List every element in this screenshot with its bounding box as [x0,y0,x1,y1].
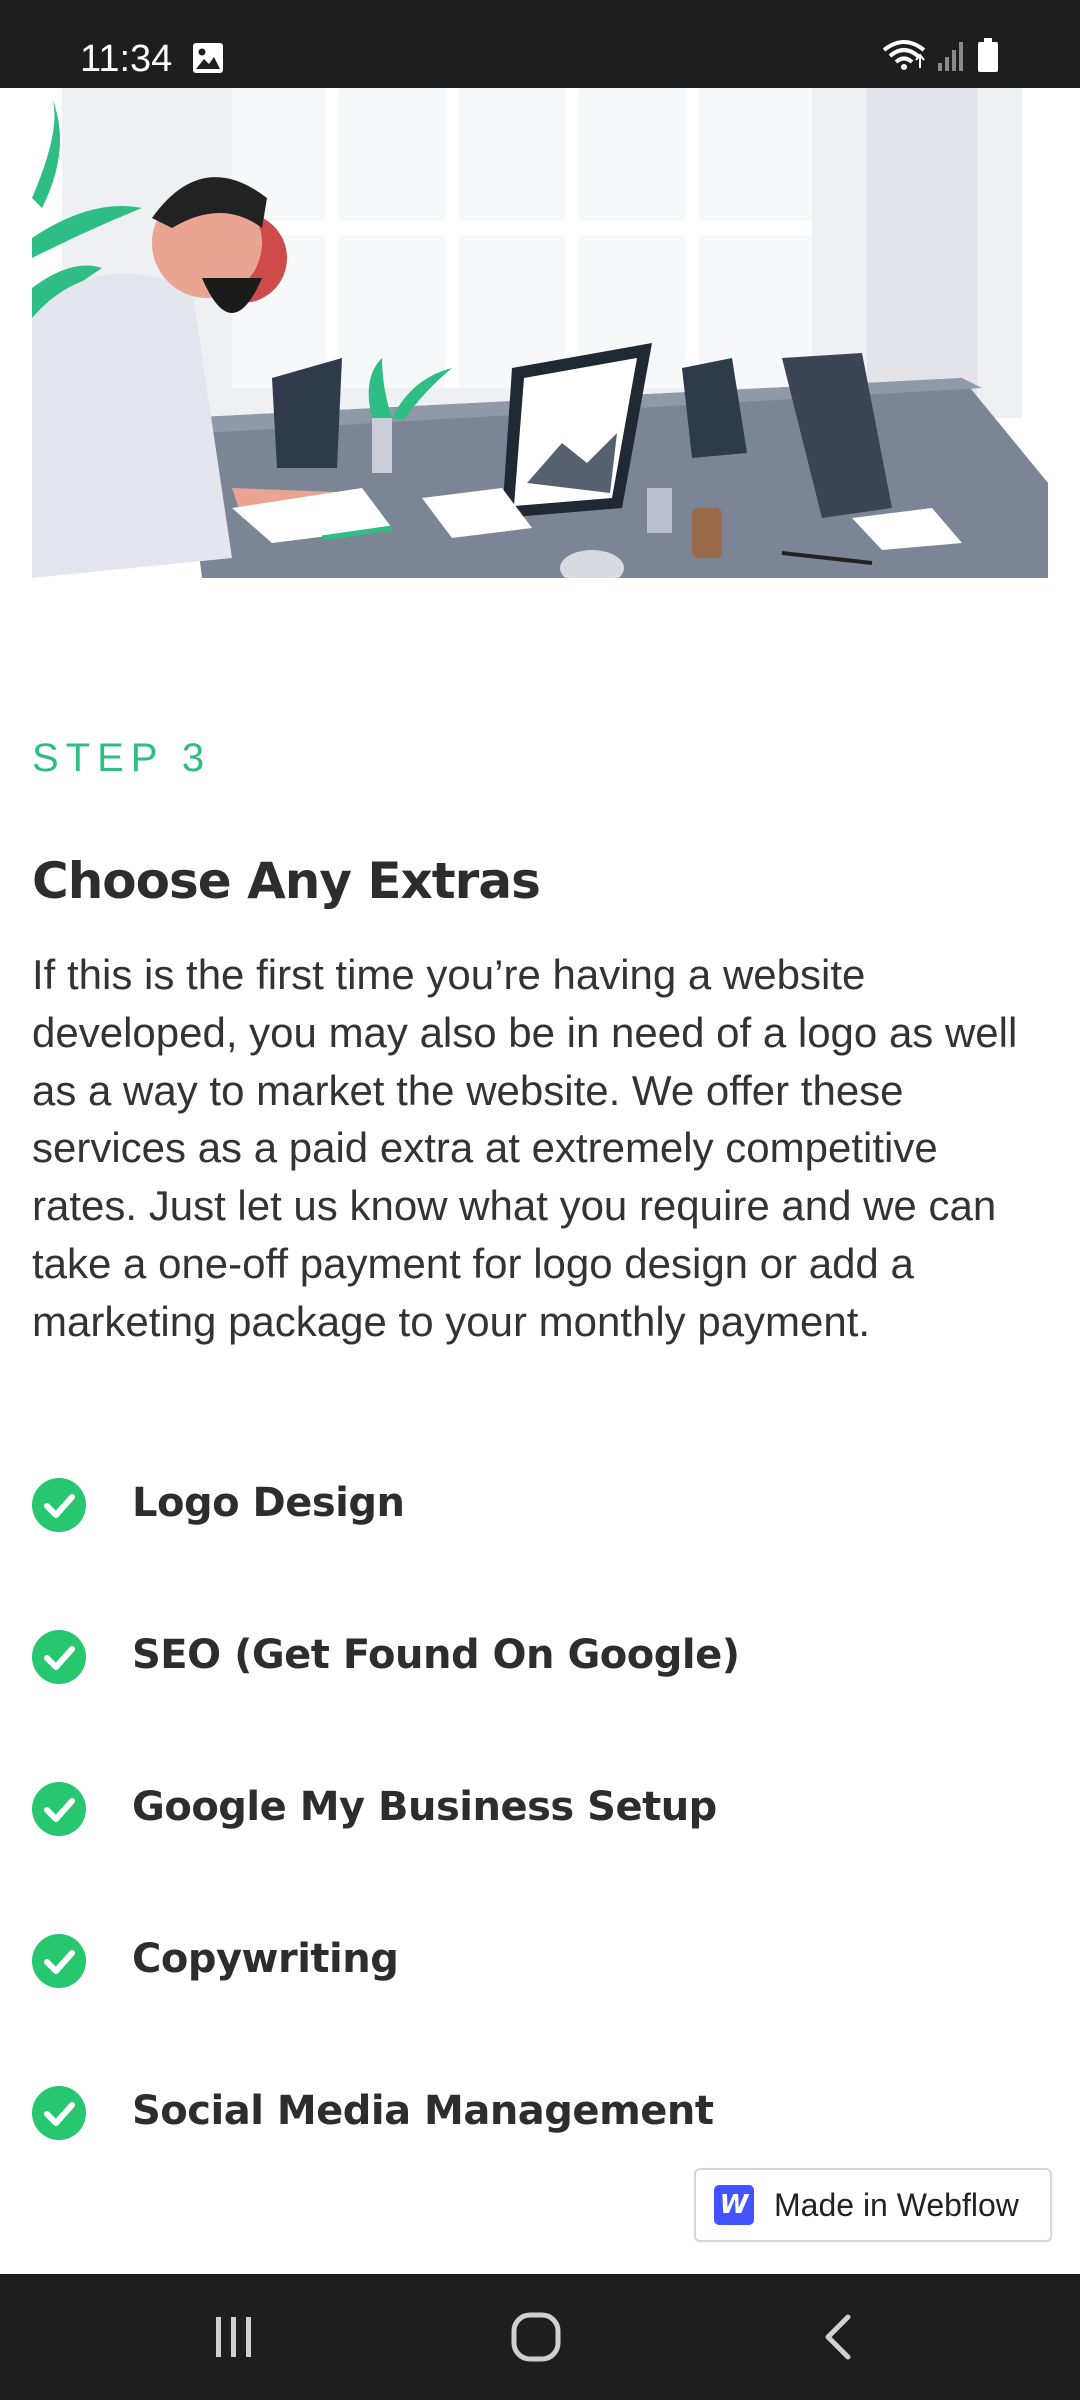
webflow-logo-icon: W [714,2185,754,2225]
webflow-badge-label: Made in Webflow [774,2186,1019,2223]
check-circle-icon [32,2086,86,2140]
extras-label: Logo Design [132,1480,405,1526]
extras-label: Copywriting [132,1936,399,1982]
status-time: 11:34 [80,38,173,80]
step-label: STEP 3 [32,736,212,780]
made-in-webflow-badge[interactable]: W Made in Webflow [694,2168,1052,2242]
home-button[interactable] [446,2274,626,2400]
extras-label: Social Media Management [132,2088,714,2134]
check-circle-icon [32,1934,86,1988]
back-icon [825,2314,851,2360]
section-title: Choose Any Extras [32,852,541,910]
status-bar: 11:34 [0,0,1080,88]
back-button[interactable] [748,2274,928,2400]
battery-icon [978,38,998,72]
check-circle-icon [32,1782,86,1836]
navigation-bar [0,2274,1080,2400]
list-item: Copywriting [32,1916,1032,2068]
check-circle-icon [32,1630,86,1684]
signal-icon [938,42,963,71]
list-item: Logo Design [32,1460,1032,1612]
extras-list: Logo Design SEO (Get Found On Google) Go… [32,1460,1032,2220]
recent-apps-icon [216,2317,251,2357]
office-illustration [32,88,1048,578]
wifi-icon [882,40,926,70]
home-icon [511,2312,561,2362]
extras-label: SEO (Get Found On Google) [132,1632,740,1678]
section-description: If this is the first time you’re having … [32,951,1018,1345]
status-icons [882,38,1000,72]
check-circle-icon [32,1478,86,1532]
list-item: Google My Business Setup [32,1764,1032,1916]
recent-apps-button[interactable] [144,2274,324,2400]
list-item: SEO (Get Found On Google) [32,1612,1032,1764]
gallery-icon [193,43,223,73]
extras-label: Google My Business Setup [132,1784,717,1830]
